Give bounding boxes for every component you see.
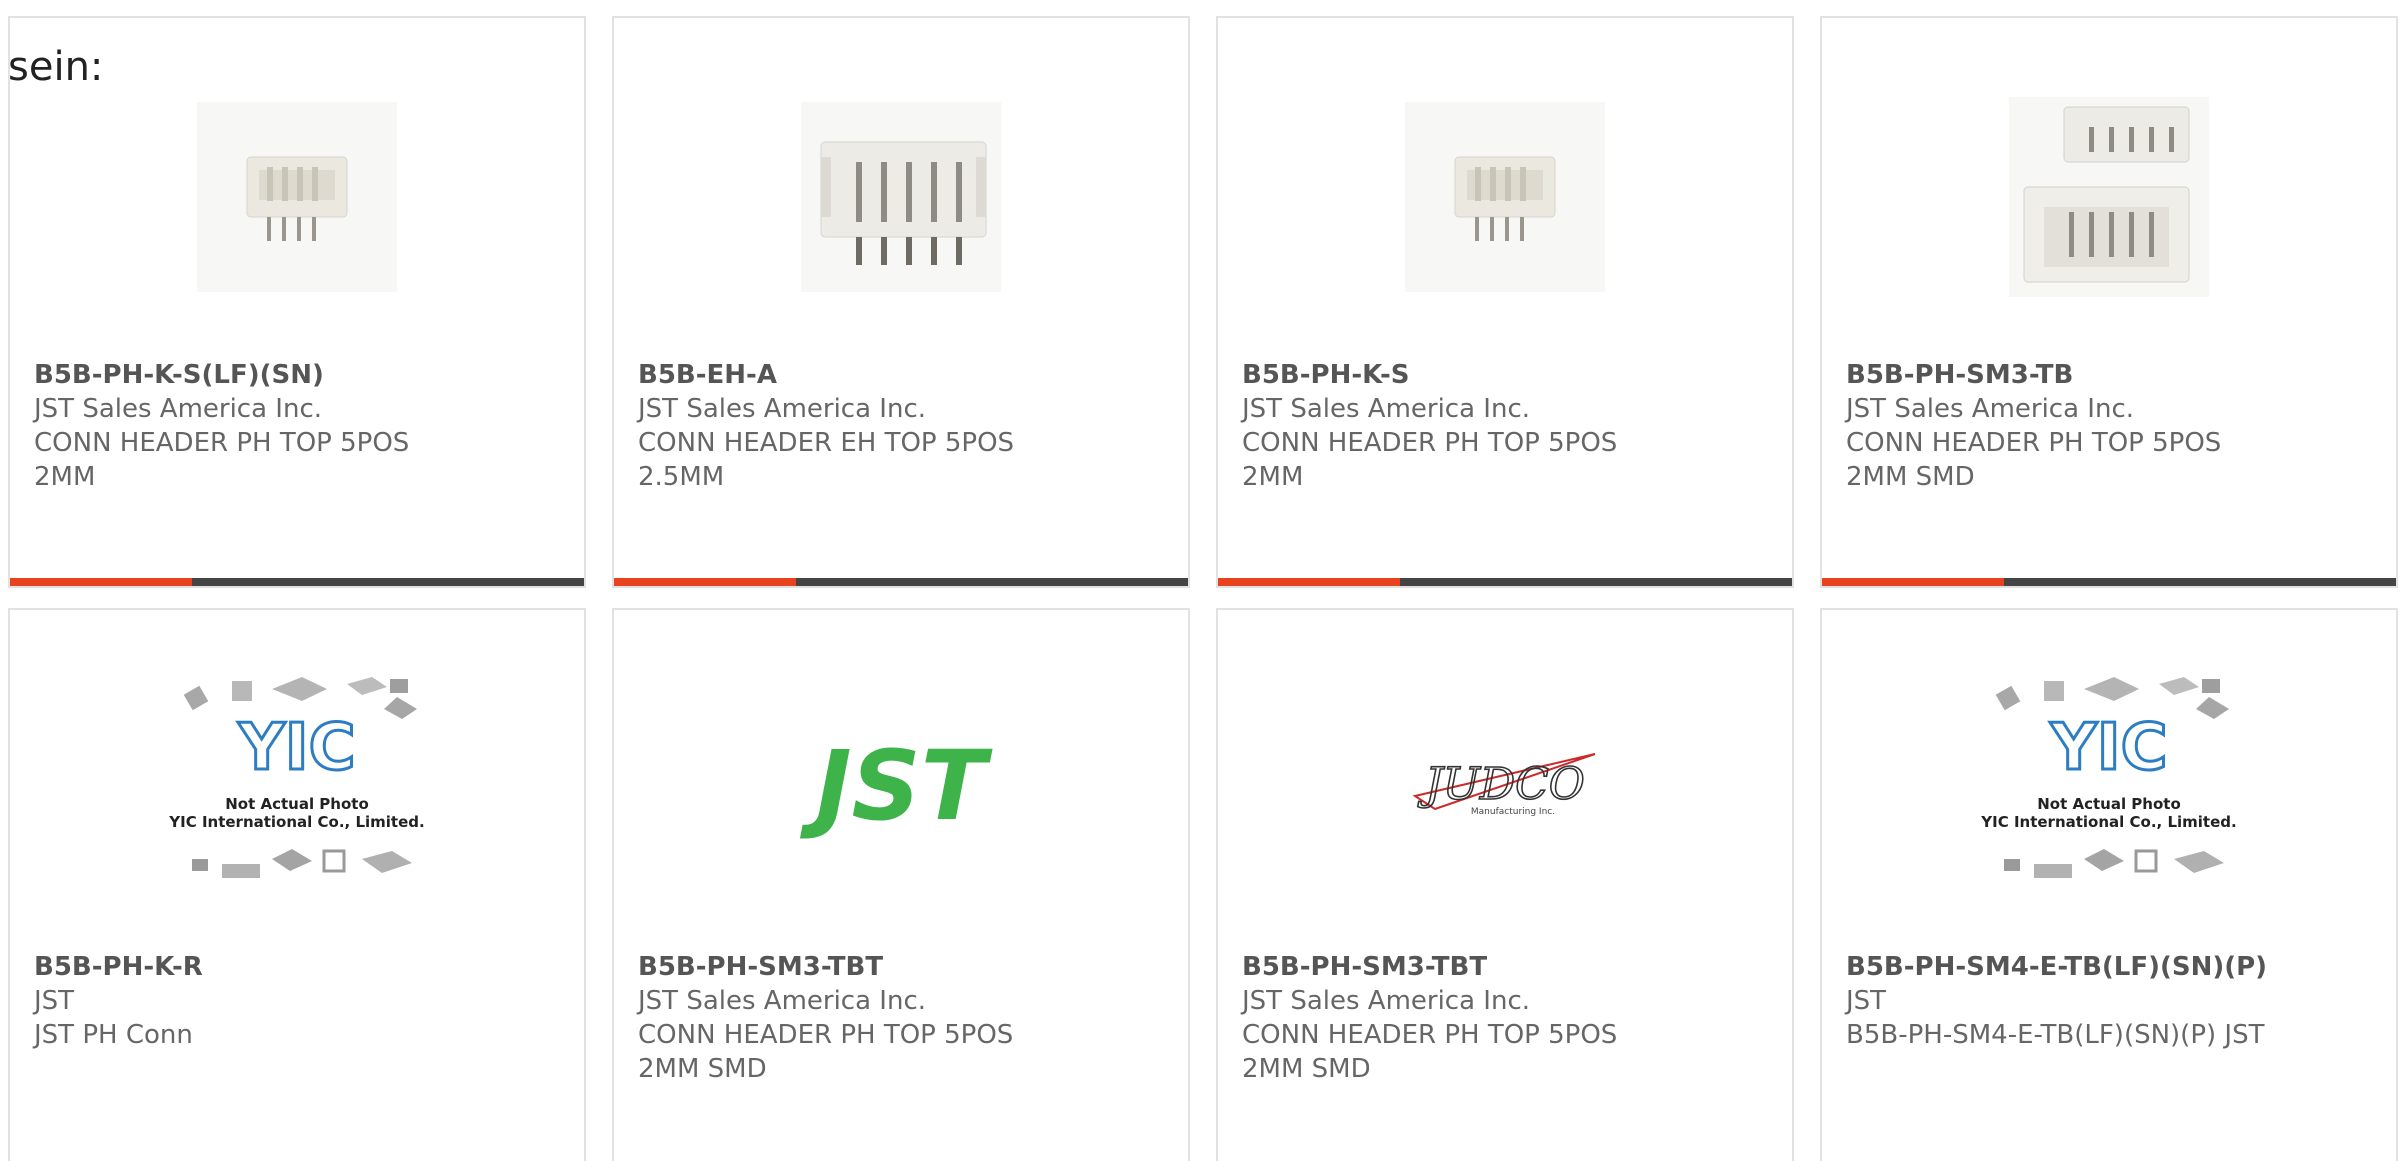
svg-text:Manufacturing Inc.: Manufacturing Inc. [1471, 807, 1555, 817]
manufacturer: JST Sales America Inc. [34, 394, 323, 424]
product-card[interactable]: YIC Not Actual Photo YIC International C… [8, 608, 586, 1161]
product-image[interactable]: YIC Not Actual Photo YIC International C… [1822, 674, 2396, 904]
not-actual-photo-placeholder: YIC Not Actual Photo YIC International C… [168, 677, 425, 878]
product-image[interactable]: YIC Not Actual Photo YIC International C… [10, 674, 584, 904]
part-number[interactable]: B5B-PH-K-S(LF)(SN) [34, 358, 572, 392]
card-bottom-bar [1822, 578, 2396, 586]
connector-photo-icon [1405, 102, 1605, 292]
part-number[interactable]: B5B-PH-SM4-E-TB(LF)(SN)(P) [1846, 950, 2384, 984]
manufacturer: JST Sales America Inc. [638, 986, 927, 1016]
description: CONN HEADER EH TOP 5POS 2.5MM [638, 428, 1015, 492]
card-bottom-bar [10, 578, 584, 586]
part-number[interactable]: B5B-PH-K-S [1242, 358, 1780, 392]
product-image[interactable] [1218, 82, 1792, 312]
part-number[interactable]: B5B-PH-SM3-TBT [638, 950, 1176, 984]
description: CONN HEADER PH TOP 5POS 2MM SMD [1846, 428, 2222, 492]
product-card[interactable]: YIC Not Actual Photo YIC International C… [1820, 608, 2398, 1161]
product-card[interactable]: B5B-PH-SM3-TB JST Sales America Inc. CON… [1820, 16, 2398, 588]
description: B5B-PH-SM4-E-TB(LF)(SN)(P) JST [1846, 1020, 2265, 1050]
judco-logo: JUDCO Manufacturing Inc. [1412, 753, 1596, 817]
jst-logo: JST [800, 734, 993, 842]
card-bottom-bar [614, 578, 1188, 586]
manufacturer: JST Sales America Inc. [1242, 986, 1531, 1016]
description: CONN HEADER PH TOP 5POS 2MM SMD [1242, 1020, 1618, 1084]
part-number[interactable]: B5B-PH-K-R [34, 950, 572, 984]
svg-text:Not Actual Photo: Not Actual Photo [2037, 795, 2181, 813]
manufacturer: JST [1846, 986, 1887, 1016]
smd-connector-photo-icon [2009, 97, 2209, 297]
svg-text:YIC International Co., Limited: YIC International Co., Limited. [1980, 813, 2236, 831]
product-image[interactable] [10, 82, 584, 312]
product-card[interactable]: B5B-PH-K-S(LF)(SN) JST Sales America Inc… [8, 16, 586, 588]
svg-text:JUDCO: JUDCO [1417, 759, 1585, 810]
product-image[interactable]: JST [614, 674, 1188, 904]
connector-photo-icon [801, 102, 1001, 292]
manufacturer: JST Sales America Inc. [1846, 394, 2135, 424]
product-card[interactable]: B5B-PH-K-S JST Sales America Inc. CONN H… [1216, 16, 1794, 588]
product-card[interactable]: JUDCO Manufacturing Inc. B5B-PH-SM3-TBT … [1216, 608, 1794, 1161]
svg-text:YIC: YIC [237, 711, 355, 785]
part-number[interactable]: B5B-PH-SM3-TB [1846, 358, 2384, 392]
manufacturer: JST Sales America Inc. [1242, 394, 1531, 424]
product-image[interactable] [614, 82, 1188, 312]
manufacturer: JST Sales America Inc. [638, 394, 927, 424]
product-image[interactable]: JUDCO Manufacturing Inc. [1218, 674, 1792, 904]
product-card[interactable]: B5B-EH-A JST Sales America Inc. CONN HEA… [612, 16, 1190, 588]
description: JST PH Conn [34, 1020, 193, 1050]
svg-text:Not Actual Photo: Not Actual Photo [225, 795, 369, 813]
not-actual-photo-placeholder: YIC Not Actual Photo YIC International C… [1980, 677, 2237, 878]
card-bottom-bar [1218, 578, 1792, 586]
product-image[interactable] [1822, 82, 2396, 312]
connector-photo-icon [197, 102, 397, 292]
product-results-page: sein: B5B-PH-K-S(LF)(SN) JST Sales Ameri… [0, 0, 2400, 1161]
manufacturer: JST [34, 986, 75, 1016]
part-number[interactable]: B5B-EH-A [638, 358, 1176, 392]
description: CONN HEADER PH TOP 5POS 2MM [1242, 428, 1618, 492]
svg-text:YIC International Co., Limited: YIC International Co., Limited. [168, 813, 424, 831]
product-card[interactable]: JST B5B-PH-SM3-TBT JST Sales America Inc… [612, 608, 1190, 1161]
svg-text:JST: JST [800, 734, 993, 842]
intro-text: sein: [8, 44, 104, 90]
product-grid: B5B-PH-K-S(LF)(SN) JST Sales America Inc… [8, 16, 2398, 1161]
svg-text:YIC: YIC [2049, 711, 2167, 785]
part-number[interactable]: B5B-PH-SM3-TBT [1242, 950, 1780, 984]
description: CONN HEADER PH TOP 5POS 2MM [34, 428, 410, 492]
description: CONN HEADER PH TOP 5POS 2MM SMD [638, 1020, 1014, 1084]
